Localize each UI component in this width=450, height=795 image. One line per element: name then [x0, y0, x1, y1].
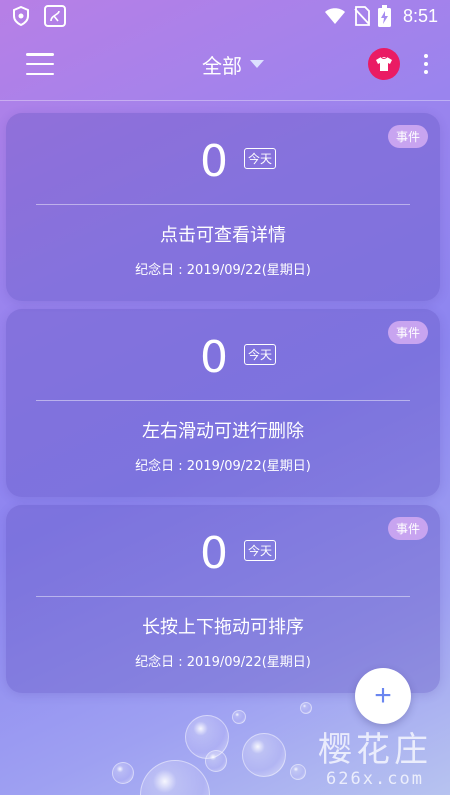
toolbar-divider [0, 100, 450, 101]
decorative-bubble [140, 760, 210, 795]
menu-icon[interactable] [26, 53, 54, 75]
event-card[interactable]: 事件 0 今天 左右滑动可进行删除 纪念日 : 2019/09/22(星期日) [6, 309, 440, 497]
card-divider [36, 596, 410, 597]
card-date: 纪念日 : 2019/09/22(星期日) [135, 655, 311, 670]
decorative-bubble [290, 764, 306, 780]
status-bar: 8:51 [0, 0, 450, 32]
status-time: 8:51 [402, 5, 438, 26]
add-event-button[interactable]: + [355, 668, 411, 724]
today-badge: 今天 [243, 539, 276, 561]
battery-charging-icon [377, 5, 391, 27]
card-description: 左右滑动可进行删除 [142, 421, 304, 442]
day-count: 0 [199, 528, 228, 579]
wifi-icon [324, 7, 346, 25]
watermark-logo-text: 樱花庄 [318, 730, 432, 770]
card-date: 纪念日 : 2019/09/22(星期日) [135, 263, 311, 278]
card-date: 纪念日 : 2019/09/22(星期日) [135, 459, 311, 474]
count-row: 0 今天 [6, 333, 440, 383]
decorative-bubble [242, 733, 286, 777]
category-selector[interactable]: 全部 [202, 50, 264, 79]
toolbar-actions [368, 48, 432, 80]
watermark-url: 626x.com [326, 769, 424, 789]
today-badge: 今天 [243, 147, 276, 169]
page-title: 全部 [202, 53, 242, 78]
card-description: 点击可查看详情 [160, 225, 286, 246]
toolbar: 全部 [0, 36, 450, 92]
card-description: 长按上下拖动可排序 [142, 617, 304, 638]
no-sim-icon [354, 6, 370, 26]
shirt-theme-icon[interactable] [368, 48, 400, 80]
app-notification-icon [44, 5, 66, 27]
decorative-bubble [205, 750, 227, 772]
event-card[interactable]: 事件 0 今天 点击可查看详情 纪念日 : 2019/09/22(星期日) [6, 113, 440, 301]
decorative-bubble [112, 762, 134, 784]
today-badge: 今天 [243, 343, 276, 365]
status-left [12, 5, 66, 27]
plus-icon: + [374, 679, 392, 712]
day-count: 0 [199, 332, 228, 383]
card-divider [36, 204, 410, 205]
vpn-shield-icon [12, 6, 30, 26]
caret-down-icon [250, 60, 264, 68]
decorative-bubble [232, 710, 246, 724]
decorative-bubble [300, 702, 312, 714]
more-vert-icon[interactable] [420, 54, 432, 74]
count-row: 0 今天 [6, 529, 440, 579]
count-row: 0 今天 [6, 137, 440, 187]
card-divider [36, 400, 410, 401]
watermark: 樱花庄 626x.com [318, 722, 432, 789]
status-right: 8:51 [324, 5, 438, 27]
event-card[interactable]: 事件 0 今天 长按上下拖动可排序 纪念日 : 2019/09/22(星期日) [6, 505, 440, 693]
day-count: 0 [199, 136, 228, 187]
